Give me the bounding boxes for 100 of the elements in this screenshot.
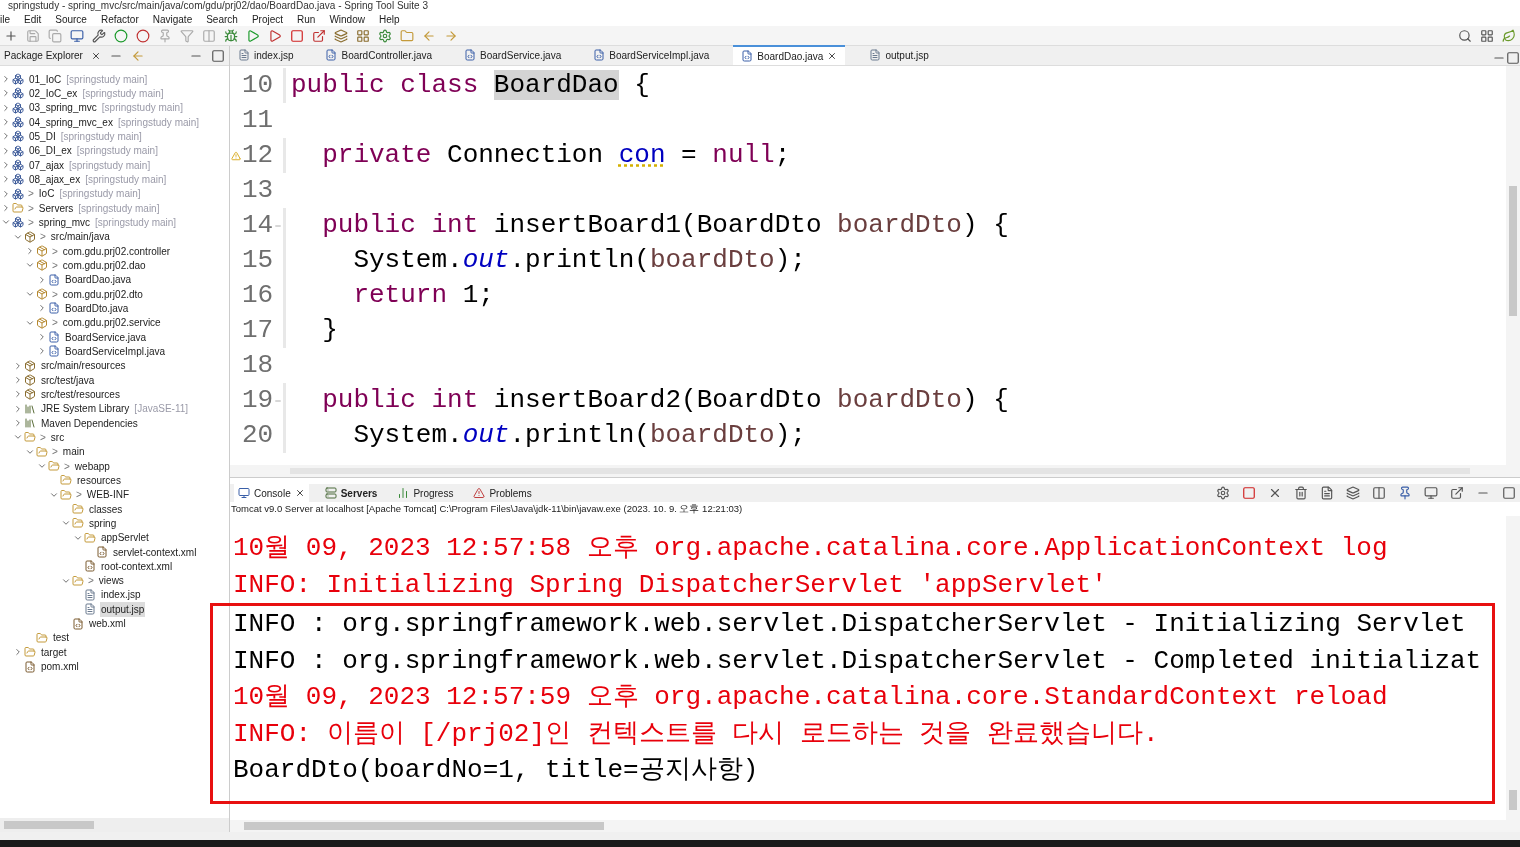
view-tab[interactable]: Problems — [469, 484, 536, 502]
document-icon[interactable] — [1320, 486, 1334, 500]
columns-icon[interactable] — [202, 28, 216, 43]
tree-item[interactable]: BoardService.java — [64, 329, 148, 345]
run-config-icon[interactable] — [268, 28, 282, 43]
external-tool-icon[interactable] — [312, 28, 326, 43]
tree-item[interactable]: src/test/resources — [40, 386, 121, 402]
tree-item[interactable]: com.gdu.prj02.dao — [61, 257, 147, 273]
scrollbar-thumb[interactable] — [1509, 790, 1517, 810]
menu-item[interactable]: Refactor — [100, 11, 139, 27]
menu-item[interactable]: Source — [55, 11, 87, 27]
tree-item[interactable]: target — [40, 644, 68, 660]
tree-item[interactable]: 01_IoC — [28, 71, 63, 87]
tree-item[interactable]: 02_IoC_ex — [28, 86, 79, 101]
tree-item[interactable]: spring_mvc — [37, 214, 91, 230]
close-icon[interactable] — [827, 51, 838, 61]
menu-item[interactable]: ile — [0, 11, 10, 27]
save-icon[interactable] — [26, 28, 40, 43]
monitor-icon[interactable] — [70, 28, 84, 43]
tree-item[interactable]: 07_ajax — [28, 157, 66, 173]
monitor-icon[interactable] — [1424, 486, 1438, 500]
tree-item[interactable]: index.jsp — [100, 587, 142, 603]
pin-icon[interactable] — [1398, 486, 1412, 500]
gear-icon[interactable] — [378, 28, 392, 43]
menu-item[interactable]: Window — [329, 11, 365, 27]
clear-console-icon[interactable] — [1294, 486, 1308, 500]
tree-item[interactable]: web.xml — [88, 616, 127, 632]
tree-item[interactable]: views — [97, 573, 125, 589]
chevron-down-icon[interactable] — [37, 461, 47, 471]
menu-item[interactable]: Run — [297, 11, 316, 27]
menu-item[interactable]: Navigate — [152, 11, 193, 27]
run-icon[interactable] — [246, 28, 260, 43]
maximize-icon[interactable] — [1506, 51, 1520, 65]
chevron-right-icon[interactable] — [1, 145, 11, 156]
chevron-right-icon[interactable] — [37, 303, 47, 314]
maximize-icon[interactable] — [211, 48, 225, 63]
open-perspective-icon[interactable] — [1480, 28, 1494, 43]
filter-icon[interactable] — [180, 28, 194, 43]
leaf-icon[interactable] — [1502, 28, 1516, 43]
menu-item[interactable]: Project — [251, 11, 283, 27]
chevron-right-icon[interactable] — [1, 131, 11, 142]
tree-item[interactable]: WEB-INF — [85, 487, 131, 503]
menu-item[interactable]: Edit — [24, 11, 42, 27]
tree-item[interactable]: src/main/java — [49, 229, 111, 245]
chevron-right-icon[interactable] — [37, 332, 47, 343]
tree-item[interactable]: Maven Dependencies — [40, 415, 139, 431]
editor-tab[interactable]: BoardServiceImpl.java — [585, 45, 718, 65]
open-console-icon[interactable] — [1450, 486, 1464, 500]
menu-item[interactable]: Help — [378, 11, 400, 27]
wrench-icon[interactable] — [92, 28, 106, 43]
tree-item[interactable]: appServlet — [100, 530, 150, 546]
remove-launch-icon[interactable] — [1268, 486, 1282, 500]
tree-item[interactable]: classes — [88, 501, 124, 517]
stop-icon[interactable] — [1242, 486, 1256, 500]
tree-item[interactable]: BoardDao.java — [64, 272, 133, 288]
view-tab[interactable]: Servers — [320, 484, 382, 502]
chevron-right-icon[interactable] — [13, 389, 23, 400]
tree-item[interactable]: com.gdu.prj02.controller — [61, 243, 172, 259]
tree-item[interactable]: 04_spring_mvc_ex — [28, 114, 114, 130]
pin-icon[interactable] — [158, 28, 172, 43]
tree-item[interactable]: IoC — [37, 186, 56, 202]
view-tab[interactable]: Console — [234, 484, 309, 502]
chevron-right-icon[interactable] — [1, 74, 11, 85]
chevron-right-icon[interactable] — [13, 360, 23, 371]
scrollbar-thumb[interactable] — [1509, 186, 1517, 316]
editor-tab[interactable]: BoardDao.java — [733, 45, 846, 65]
chevron-right-icon[interactable] — [37, 274, 47, 285]
chevron-right-icon[interactable] — [1, 160, 11, 171]
tree-item[interactable]: 08_ajax_ex — [28, 171, 82, 187]
layers-icon[interactable] — [1346, 486, 1360, 500]
chevron-right-icon[interactable] — [1, 117, 11, 128]
tree-item[interactable]: 05_DI — [28, 129, 57, 144]
tree-item[interactable]: main — [61, 444, 86, 460]
chevron-right-icon[interactable] — [13, 403, 23, 414]
chevron-right-icon[interactable] — [37, 346, 47, 357]
tree-item[interactable]: output.jsp — [100, 601, 146, 617]
chevron-right-icon[interactable] — [1, 88, 11, 99]
tree-item[interactable]: BoardDto.java — [64, 300, 130, 316]
scrollbar-thumb[interactable] — [4, 821, 94, 829]
stop-icon[interactable] — [290, 28, 304, 43]
editor-tab[interactable]: BoardController.java — [317, 45, 441, 65]
tree-item[interactable]: com.gdu.prj02.dto — [61, 286, 144, 302]
editor-tab[interactable]: index.jsp — [230, 45, 302, 65]
forward-icon[interactable] — [444, 28, 458, 43]
chevron-right-icon[interactable] — [1, 188, 11, 199]
gear-icon[interactable] — [1216, 486, 1230, 500]
tree-item[interactable]: pom.xml — [40, 659, 80, 675]
search-icon[interactable] — [1458, 28, 1472, 43]
chevron-right-icon[interactable] — [1, 102, 11, 113]
link-editor-icon[interactable] — [130, 48, 145, 63]
scrollbar-thumb[interactable] — [244, 822, 604, 830]
folder-icon[interactable] — [400, 28, 414, 43]
back-icon[interactable] — [422, 28, 436, 43]
layers-icon[interactable] — [334, 28, 348, 43]
tree-item[interactable]: com.gdu.prj02.service — [61, 315, 162, 331]
tree-item[interactable]: test — [52, 630, 71, 646]
tree-item[interactable]: BoardServiceImpl.java — [64, 343, 167, 359]
editor-tab[interactable]: output.jsp — [861, 45, 937, 65]
tree-item[interactable]: src/test/java — [40, 372, 96, 388]
chevron-right-icon[interactable] — [13, 418, 23, 429]
